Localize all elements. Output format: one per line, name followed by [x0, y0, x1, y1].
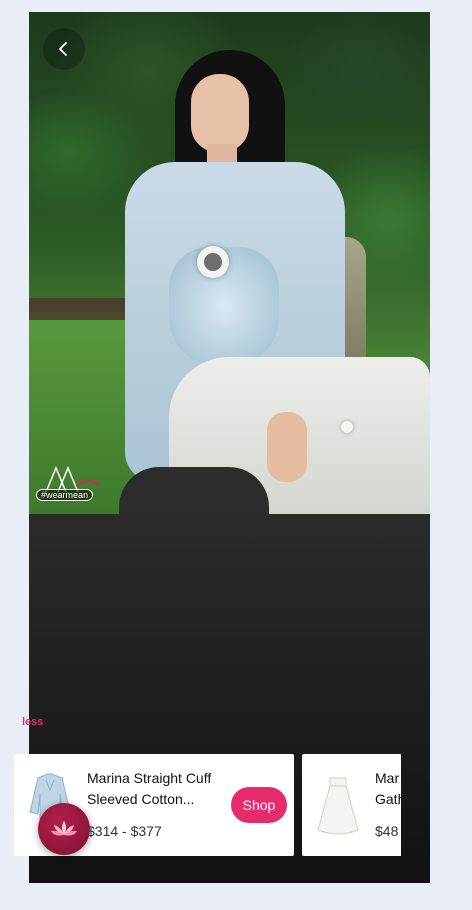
back-button[interactable] [43, 28, 85, 70]
product-price: $314 - $377 [87, 823, 162, 839]
hero-image: #wearmean [29, 12, 430, 514]
hotspot-dot [204, 253, 222, 271]
model-face [191, 74, 249, 152]
brand-hashtag: #wearmean [36, 489, 94, 501]
product-thumbnail [317, 777, 359, 835]
less-link[interactable]: less [22, 716, 43, 728]
model-hand [267, 412, 307, 482]
product-title-line1: Mar [375, 770, 400, 786]
brand-logo: #wearmean [36, 464, 104, 506]
lotus-icon [51, 821, 77, 836]
phone-frame: #wearmean [29, 12, 430, 883]
rock [119, 467, 269, 514]
product-hotspot-shirt[interactable] [197, 246, 229, 278]
product-title: Mar Gath [375, 768, 401, 810]
floating-lotus-button[interactable] [38, 803, 90, 855]
product-title: Marina Straight Cuff Sleeved Cotton... [87, 770, 212, 807]
product-card[interactable]: Mar Gath $48 [302, 754, 401, 856]
chevron-left-icon [59, 42, 67, 56]
shop-button[interactable]: Shop [231, 787, 287, 823]
product-price: $48 [375, 823, 399, 839]
product-hotspot-skirt[interactable] [341, 421, 353, 433]
product-title-line2: Gath [375, 791, 401, 807]
